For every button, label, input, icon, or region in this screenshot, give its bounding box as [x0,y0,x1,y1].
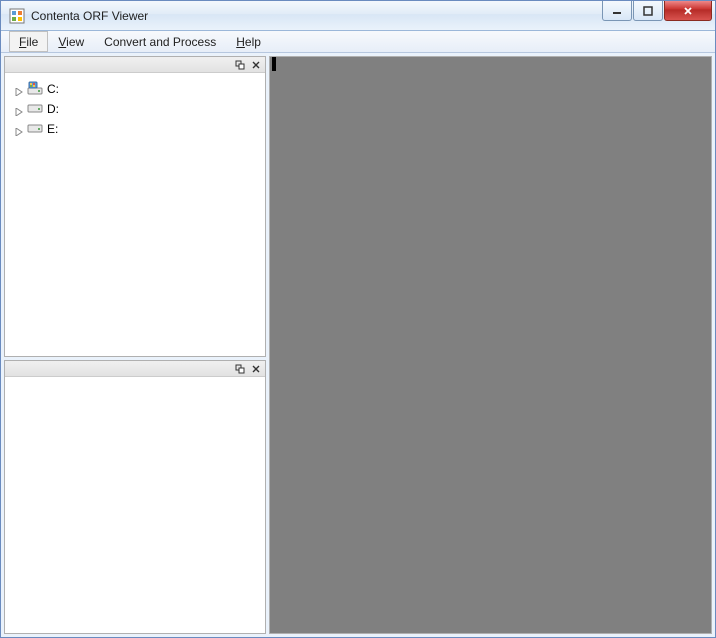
system-drive-icon [27,80,43,99]
menu-view[interactable]: View [48,31,94,52]
panel-header [5,57,265,73]
minimize-button[interactable] [602,1,632,21]
folder-tree-panel: C: D: E: [4,56,266,357]
local-drive-icon [27,100,43,119]
dock-close-icon[interactable] [249,362,263,376]
maximize-button[interactable] [633,1,663,21]
app-window: Contenta ORF Viewer File View Convert an… [0,0,716,638]
folder-tree[interactable]: C: D: E: [5,73,265,356]
caret-mark [272,57,276,71]
expand-icon[interactable] [15,125,23,133]
window-controls [602,1,715,30]
preview-panel [4,360,266,634]
drive-item-e[interactable]: E: [9,119,261,139]
drive-label: D: [47,102,59,116]
client-area: C: D: E: [1,53,715,637]
menu-help[interactable]: Help [226,31,271,52]
left-column: C: D: E: [4,56,266,634]
drive-label: C: [47,82,59,96]
window-title: Contenta ORF Viewer [31,9,602,23]
menu-file[interactable]: File [9,31,48,52]
app-icon [9,8,25,24]
menubar: File View Convert and Process Help [1,31,715,53]
expand-icon[interactable] [15,105,23,113]
panel-header [5,361,265,377]
dock-float-icon[interactable] [233,58,247,72]
drive-label: E: [47,122,58,136]
image-view-area[interactable] [269,56,712,634]
drive-item-c[interactable]: C: [9,79,261,99]
menu-convert-process[interactable]: Convert and Process [94,31,226,52]
local-drive-icon [27,120,43,139]
close-button[interactable] [664,1,712,21]
drive-item-d[interactable]: D: [9,99,261,119]
dock-float-icon[interactable] [233,362,247,376]
dock-close-icon[interactable] [249,58,263,72]
titlebar[interactable]: Contenta ORF Viewer [1,1,715,31]
expand-icon[interactable] [15,85,23,93]
preview-body[interactable] [5,377,265,633]
